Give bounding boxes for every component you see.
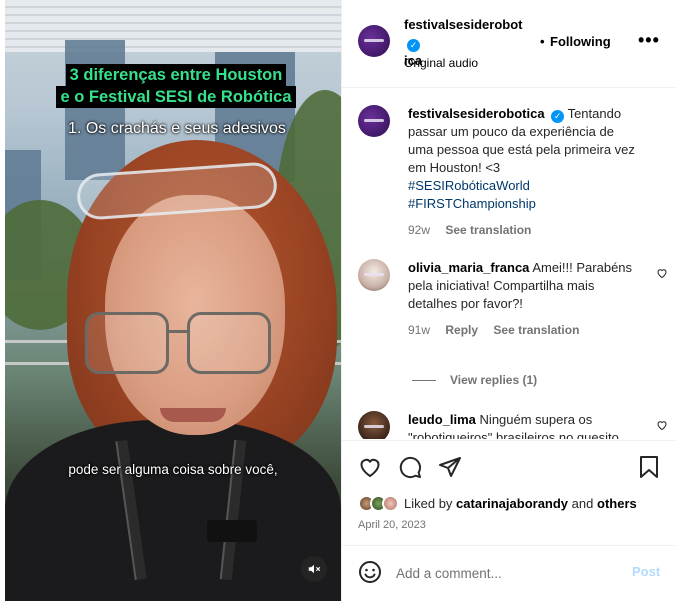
save-bookmark-icon[interactable] — [638, 455, 660, 479]
see-translation-link[interactable]: See translation — [445, 223, 531, 237]
author-avatar[interactable] — [358, 105, 390, 137]
reel-video[interactable]: 3 diferenças entre Houston e o Festival … — [5, 0, 341, 601]
verified-badge-icon: ✓ — [551, 110, 565, 123]
eyeglass-lens-right — [187, 312, 271, 374]
following-button[interactable]: Following — [550, 34, 611, 49]
comment-age: 91w — [408, 323, 431, 337]
liked-by-others[interactable]: others — [597, 496, 637, 511]
hashtag-link[interactable]: #SESIRobóticaWorld — [408, 177, 636, 195]
liked-by-user[interactable]: catarinajaborandy — [456, 496, 568, 511]
badge-clip — [207, 520, 257, 542]
post-comment-button[interactable]: Post — [632, 564, 660, 579]
mute-button[interactable] — [301, 556, 327, 582]
like-heart-icon[interactable] — [358, 455, 382, 479]
separator-dot: • — [540, 34, 545, 49]
liked-by-and: and — [571, 496, 594, 511]
person-shirt — [5, 420, 341, 601]
video-title-line-1: 3 diferenças entre Houston — [65, 64, 287, 86]
view-replies-button[interactable]: View replies (1) — [412, 373, 537, 387]
video-title-line-2: e o Festival SESI de Robótica — [56, 86, 296, 108]
add-comment-bar: Post — [342, 545, 675, 601]
window-blinds — [5, 0, 341, 52]
reply-link[interactable]: Reply — [445, 323, 478, 337]
emoji-icon[interactable] — [358, 560, 382, 584]
author-avatar[interactable] — [358, 25, 390, 57]
share-paper-plane-icon[interactable] — [438, 455, 462, 479]
eyeglass-bridge — [167, 330, 189, 333]
caption-meta: 92w See translation — [408, 221, 636, 239]
caption-username[interactable]: festivalsesiderobotica — [408, 106, 545, 121]
video-title-overlay: 3 diferenças entre Houston e o Festival … — [51, 64, 301, 108]
see-translation-link[interactable]: See translation — [493, 323, 579, 337]
post-side-panel: festivalsesiderobot✓ ica • Following ••• … — [341, 0, 675, 601]
add-comment-input[interactable] — [396, 562, 616, 584]
post-date[interactable]: April 20, 2023 — [358, 519, 426, 531]
comment-meta: 91w Reply See translation — [408, 321, 636, 339]
hashtag-link[interactable]: #FIRSTChampionship — [408, 195, 636, 213]
comments-list[interactable]: festivalsesiderobotica ✓ Tentando passar… — [342, 89, 675, 439]
liker-avatar[interactable] — [382, 495, 399, 512]
liked-by-summary[interactable]: Liked by catarinajaborandy and others — [358, 495, 637, 512]
commenter-avatar[interactable] — [358, 259, 390, 291]
like-comment-heart-icon[interactable] — [656, 267, 668, 279]
video-caption: pode ser alguma coisa sobre você, — [68, 462, 278, 477]
liked-by-prefix: Liked by — [404, 496, 453, 511]
speaker-muted-icon — [308, 564, 321, 574]
post-header: festivalsesiderobot✓ ica • Following ••• … — [342, 0, 675, 88]
commenter-avatar[interactable] — [358, 411, 390, 439]
view-replies-label: View replies (1) — [450, 373, 538, 387]
comment-username[interactable]: olivia_maria_franca — [408, 260, 529, 275]
background-building — [65, 40, 125, 180]
like-comment-heart-icon[interactable] — [656, 419, 668, 431]
post-actions: Liked by catarinajaborandy and others Ap… — [342, 440, 675, 545]
video-subtitle: 1. Os crachás e seus adesivos — [68, 120, 286, 137]
caption-age: 92w — [408, 223, 431, 237]
comment-username[interactable]: leudo_lima — [408, 412, 476, 427]
audio-label[interactable]: Original audio — [404, 56, 478, 70]
verified-badge-icon: ✓ — [407, 39, 420, 52]
more-options-button[interactable]: ••• — [638, 30, 660, 51]
comment-bubble-icon[interactable] — [398, 455, 422, 479]
person-mouth — [160, 408, 226, 422]
eyeglass-lens-left — [85, 312, 169, 374]
author-username-line-1[interactable]: festivalsesiderobot — [404, 17, 523, 32]
